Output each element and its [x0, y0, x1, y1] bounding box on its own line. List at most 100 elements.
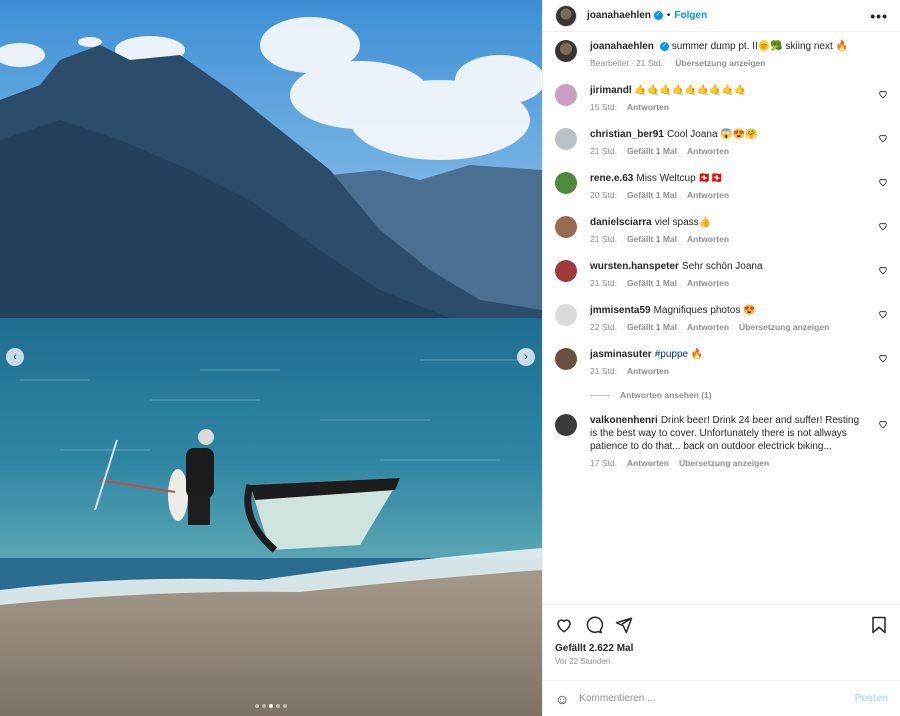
comment-row: jasminasuter #puppe 🔥 21 Std. Antworten	[555, 348, 888, 378]
view-replies-button[interactable]: Antworten ansehen (1)	[590, 390, 888, 400]
caption-username[interactable]: joanahaehlen	[590, 41, 654, 52]
comment-username[interactable]: jirimandl	[590, 85, 632, 96]
comment-meta: 21 Std. Gefällt 1 Mal Antworten	[590, 145, 866, 158]
comment-username[interactable]: rene.e.63	[590, 173, 633, 184]
comment-row: jirimandl 🤙🤙🤙🤙🤙🤙🤙🤙🤙 15 Std. Antworten	[555, 84, 888, 114]
reply-button[interactable]: Antworten	[687, 278, 729, 288]
reply-button[interactable]: Antworten	[687, 322, 729, 332]
comment-hashtag[interactable]: #puppe	[655, 349, 688, 360]
comment-text: Magnifiques photos 😍	[653, 305, 756, 316]
reply-button[interactable]: Antworten	[627, 366, 669, 376]
heart-icon[interactable]	[555, 616, 573, 634]
more-icon[interactable]: •••	[870, 8, 888, 24]
comment-username[interactable]: jmmisenta59	[590, 305, 651, 316]
commenter-avatar[interactable]	[555, 84, 577, 106]
comment-input[interactable]	[579, 693, 855, 704]
carousel-next-button[interactable]: ›	[517, 348, 535, 366]
comment-username[interactable]: danielsciarra	[590, 217, 652, 228]
bookmark-icon[interactable]	[870, 616, 888, 634]
comment-row: christian_ber91 Cool Joana 😱😍🤗 21 Std. Gefä…	[555, 128, 888, 158]
commenter-avatar[interactable]	[555, 348, 577, 370]
comment-username[interactable]: valkonenhenri	[590, 415, 658, 426]
translation-link[interactable]: Übersetzung anzeigen	[679, 458, 769, 468]
view-replies-label[interactable]: Antworten ansehen (1)	[620, 390, 712, 400]
comment-body: rene.e.63 Miss Weltcup 🇨🇭🇨🇭 20 Std. Gefällt…	[590, 172, 888, 202]
likes-count[interactable]: Gefällt 2.622 Mal	[555, 643, 888, 654]
commenter-avatar[interactable]	[555, 414, 577, 436]
post-header: joanahaehlen ✓ • Folgen •••	[543, 0, 900, 32]
comment-body: jirimandl 🤙🤙🤙🤙🤙🤙🤙🤙🤙 15 Std. Antworten	[590, 84, 888, 114]
post-time: Vor 22 Stunden	[555, 657, 611, 666]
comment-like-heart-icon[interactable]	[878, 177, 888, 190]
lake-mountain-photo	[0, 0, 542, 716]
reply-button[interactable]: Antworten	[627, 102, 669, 112]
comment-row: rene.e.63 Miss Weltcup 🇨🇭🇨🇭 20 Std. Gefällt…	[555, 172, 888, 202]
commenter-avatar[interactable]	[555, 172, 577, 194]
commenter-avatar[interactable]	[555, 304, 577, 326]
reply-button[interactable]: Antworten	[627, 458, 669, 468]
add-comment-bar: ☺ Posten	[543, 680, 900, 716]
comment-like-heart-icon[interactable]	[878, 265, 888, 278]
carousel-prev-button[interactable]: ‹	[6, 348, 24, 366]
caption-translation-link[interactable]: Übersetzung anzeigen	[675, 58, 765, 68]
comment-username[interactable]: jasminasuter	[590, 349, 652, 360]
comment-like-heart-icon[interactable]	[878, 133, 888, 146]
commenter-avatar[interactable]	[555, 216, 577, 238]
comment-icon[interactable]	[585, 616, 603, 634]
caption-row: joanahaehlen ✓ summer dump pt. II🌞🥦 skiin…	[555, 40, 888, 70]
comment-body: wursten.hanspeter Sehr schön Joana 21 Std.…	[590, 260, 888, 290]
comment-items: jirimandl 🤙🤙🤙🤙🤙🤙🤙🤙🤙 15 Std. Antworten christ…	[555, 84, 888, 470]
comment-like-heart-icon[interactable]	[878, 309, 888, 322]
paper-plane-icon[interactable]	[615, 616, 633, 634]
separator-dot: •	[666, 10, 671, 21]
comment-text: Sehr schön Joana	[681, 261, 763, 272]
carousel-dot	[262, 704, 266, 708]
comment-body: danielsciarra viel spass👍 21 Std. Gefällt 1…	[590, 216, 888, 246]
comment-body: valkonenhenri Drink beer! Drink 24 beer a…	[590, 414, 888, 470]
comment-row: jmmisenta59 Magnifiques photos 😍 22 Std. Ge…	[555, 304, 888, 334]
comment-time: 20 Std.	[590, 190, 617, 200]
comment-like-heart-icon[interactable]	[878, 221, 888, 234]
comment-time: 15 Std.	[590, 102, 617, 112]
comment-username[interactable]: christian_ber91	[590, 129, 664, 140]
reply-button[interactable]: Antworten	[687, 234, 729, 244]
comment-likes[interactable]: Gefällt 1 Mal	[627, 190, 677, 200]
comment-like-heart-icon[interactable]	[878, 419, 888, 432]
caption-time: 21 Std.	[635, 58, 663, 68]
reply-button[interactable]: Antworten	[687, 190, 729, 200]
emoji-icon[interactable]: ☺	[555, 691, 569, 707]
comment-time: 21 Std.	[590, 146, 617, 156]
comment-username[interactable]: wursten.hanspeter	[590, 261, 679, 272]
translation-link[interactable]: Übersetzung anzeigen	[739, 322, 829, 332]
comment-likes[interactable]: Gefällt 1 Mal	[627, 278, 677, 288]
author-username[interactable]: joanahaehlen	[587, 10, 651, 21]
comment-likes[interactable]: Gefällt 1 Mal	[627, 322, 677, 332]
reply-button[interactable]: Antworten	[687, 146, 729, 156]
commenter-avatar[interactable]	[555, 260, 577, 282]
comment-like-heart-icon[interactable]	[878, 353, 888, 366]
caption-text: summer dump pt. II🌞🥦 skiing next 🔥	[671, 41, 848, 52]
caption-avatar[interactable]	[555, 40, 577, 62]
carousel-dot	[276, 704, 280, 708]
comment-meta: 22 Std. Gefällt 1 Mal Antworten Übersetzung…	[590, 321, 866, 334]
author-avatar[interactable]	[555, 4, 577, 27]
comments-list[interactable]: joanahaehlen ✓ summer dump pt. II🌞🥦 skiin…	[543, 32, 900, 604]
comment-text: Cool Joana 😱😍🤗	[666, 129, 758, 140]
post-side-panel: joanahaehlen ✓ • Folgen ••• joanahaehlen…	[542, 0, 900, 716]
comment-row: valkonenhenri Drink beer! Drink 24 beer a…	[555, 414, 888, 470]
commenter-avatar[interactable]	[555, 128, 577, 150]
replies-divider	[590, 394, 610, 396]
post-photo[interactable]: ‹ ›	[0, 0, 542, 716]
carousel-dots	[0, 704, 542, 708]
comment-meta: 21 Std. Gefällt 1 Mal Antworten	[590, 277, 866, 290]
comment-row: wursten.hanspeter Sehr schön Joana 21 Std.…	[555, 260, 888, 290]
comment-likes[interactable]: Gefällt 1 Mal	[627, 146, 677, 156]
comment-time: 21 Std.	[590, 278, 617, 288]
post-comment-button[interactable]: Posten	[855, 693, 888, 704]
comment-like-heart-icon[interactable]	[878, 89, 888, 102]
comment-likes[interactable]: Gefällt 1 Mal	[627, 234, 677, 244]
caption-body: joanahaehlen ✓ summer dump pt. II🌞🥦 skiin…	[590, 40, 888, 70]
comment-text: 🔥	[690, 349, 704, 360]
comment-meta: 20 Std. Gefällt 1 Mal Antworten	[590, 189, 866, 202]
follow-button[interactable]: Folgen	[674, 10, 707, 21]
